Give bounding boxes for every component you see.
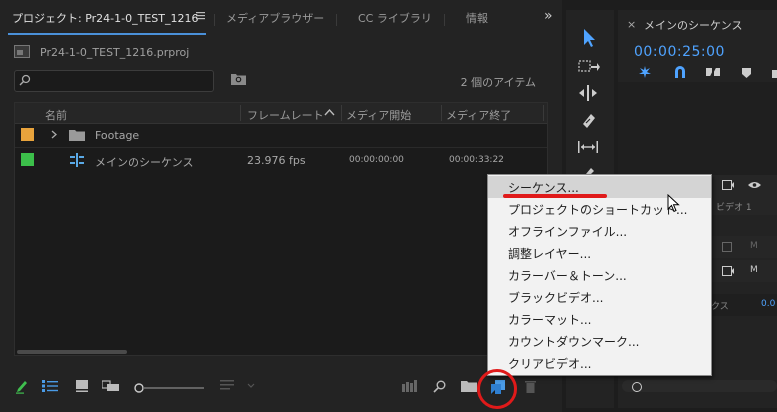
panel-menu-icon[interactable] — [196, 11, 205, 20]
nest-sequence-icon[interactable] — [638, 66, 652, 78]
timeline-title[interactable]: メインのシーケンス — [644, 17, 742, 33]
tab-project[interactable]: プロジェクト: Pr24-1-0_TEST_1216 — [12, 10, 198, 26]
timeline-track-area[interactable] — [618, 82, 777, 178]
scrollbar-handle[interactable] — [632, 382, 642, 392]
zoom-slider[interactable] — [134, 382, 206, 394]
project-filename: Pr24-1-0_TEST_1216.prproj — [40, 46, 190, 59]
column-divider — [543, 105, 544, 121]
item-count: 2 個のアイテム — [460, 76, 536, 89]
table-row-footage[interactable]: Footage — [15, 123, 547, 147]
ripple-edit-tool-icon[interactable] — [576, 82, 600, 104]
item-media-start: 00:00:00:00 — [349, 155, 404, 165]
sort-ascending-icon[interactable] — [324, 108, 335, 116]
close-icon[interactable]: × — [627, 18, 636, 31]
column-divider — [341, 105, 342, 121]
timeline-zoom-scrollbar[interactable] — [622, 380, 777, 392]
sort-icons-icon[interactable] — [220, 380, 236, 392]
track-label-video1: ビデオ 1 — [716, 203, 752, 213]
menu-item-label: カラーバー＆トーン... — [508, 269, 627, 283]
tab-divider — [444, 14, 445, 26]
menu-item-label: ブラックビデオ... — [508, 291, 604, 305]
toggle-output-icon[interactable] — [722, 266, 734, 276]
horizontal-scrollbar[interactable] — [17, 350, 127, 354]
chevron-down-icon[interactable] — [247, 383, 255, 389]
mute-track-button[interactable]: M — [750, 265, 758, 275]
selection-tool-icon[interactable] — [576, 26, 600, 48]
settings-wrench-icon[interactable] — [772, 70, 777, 78]
menu-item-offline-file[interactable]: オフラインファイル... — [488, 220, 711, 242]
tab-media-browser[interactable]: メディアブラウザー — [226, 10, 324, 26]
panel-tab-bar: プロジェクト: Pr24-1-0_TEST_1216 メディアブラウザー CC … — [0, 0, 562, 36]
toggle-output-icon[interactable] — [722, 242, 734, 252]
snap-magnet-icon[interactable] — [674, 66, 686, 78]
item-name: Footage — [95, 129, 140, 142]
menu-item-label: オフラインファイル... — [508, 225, 628, 239]
track-select-tool-icon[interactable] — [576, 56, 600, 78]
item-media-end: 00:00:33:22 — [449, 155, 504, 165]
column-header-media-end[interactable]: メディア終了 — [446, 107, 511, 123]
menu-item-adjustment-layer[interactable]: 調整レイヤー... — [488, 242, 711, 264]
pencil-icon[interactable] — [16, 380, 28, 394]
column-divider — [441, 105, 442, 121]
mix-volume-value[interactable]: 0.0 — [761, 299, 775, 309]
list-view-icon[interactable] — [42, 380, 58, 392]
menu-item-label: クリアビデオ... — [508, 357, 592, 371]
project-items-table: 名前 フレームレート メディア開始 メディア終了 Footage メインのシーケ… — [14, 102, 548, 356]
menu-item-label: カラーマット... — [508, 313, 592, 327]
automate-to-sequence-icon[interactable] — [402, 380, 418, 392]
tab-divider — [214, 14, 215, 26]
item-name: メインのシーケンス — [95, 156, 194, 169]
toggle-sync-lock-icon[interactable] — [722, 180, 734, 190]
red-underline-annotation — [503, 194, 607, 198]
menu-item-transparent-video[interactable]: クリアビデオ... — [488, 352, 711, 374]
menu-item-label: 調整レイヤー... — [508, 247, 592, 261]
project-search-input[interactable] — [14, 70, 214, 92]
tab-cc-libraries[interactable]: CC ライブラリ — [358, 10, 432, 26]
label-color-swatch[interactable] — [21, 153, 34, 166]
bin-folder-icon — [69, 129, 85, 141]
column-divider — [240, 105, 241, 121]
menu-item-black-video[interactable]: ブラックビデオ... — [488, 286, 711, 308]
active-tab-indicator — [8, 33, 206, 35]
icon-view-icon[interactable] — [76, 380, 88, 392]
table-row-main-sequence[interactable]: メインのシーケンス 23.976 fps 00:00:00:00 00:00:3… — [15, 148, 547, 172]
menu-item-color-matte[interactable]: カラーマット... — [488, 308, 711, 330]
item-framerate: 23.976 fps — [247, 154, 306, 167]
tab-overflow-button[interactable]: » — [544, 8, 553, 24]
tab-divider — [336, 14, 337, 26]
expand-chevron-icon[interactable] — [51, 130, 57, 139]
project-file-icon — [14, 45, 30, 58]
add-marker-icon[interactable] — [742, 68, 751, 78]
search-icon — [19, 74, 31, 86]
menu-item-bars-and-tone[interactable]: カラーバー＆トーン... — [488, 264, 711, 286]
menu-item-countdown-leader[interactable]: カウントダウンマーク... — [488, 330, 711, 352]
razor-tool-icon[interactable] — [576, 110, 600, 132]
mouse-cursor-icon — [667, 194, 680, 213]
mute-track-button[interactable]: M — [750, 241, 758, 251]
tab-info[interactable]: 情報 — [466, 10, 488, 26]
trash-icon[interactable] — [525, 380, 536, 393]
red-circle-annotation — [477, 369, 517, 409]
column-header-media-start[interactable]: メディア開始 — [346, 107, 411, 123]
slip-tool-icon[interactable] — [576, 136, 600, 158]
new-bin-icon[interactable] — [461, 380, 477, 392]
column-header-name[interactable]: 名前 — [45, 107, 67, 123]
eye-icon[interactable] — [748, 181, 761, 189]
column-header-framerate[interactable]: フレームレート — [247, 107, 324, 123]
freeform-view-icon[interactable] — [102, 380, 120, 392]
sequence-icon — [70, 153, 84, 167]
project-panel: プロジェクト: Pr24-1-0_TEST_1216 メディアブラウザー CC … — [0, 0, 562, 412]
menu-item-label: カウントダウンマーク... — [508, 335, 640, 349]
find-icon[interactable] — [433, 380, 446, 393]
timeline-timecode[interactable]: 00:00:25:00 — [634, 44, 725, 60]
table-header: 名前 フレームレート メディア開始 メディア終了 — [15, 103, 547, 124]
linked-selection-icon[interactable] — [706, 66, 720, 78]
label-color-swatch[interactable] — [21, 128, 34, 141]
find-bin-icon[interactable] — [231, 72, 246, 85]
menu-item-label: プロジェクトのショートカット... — [508, 203, 688, 217]
